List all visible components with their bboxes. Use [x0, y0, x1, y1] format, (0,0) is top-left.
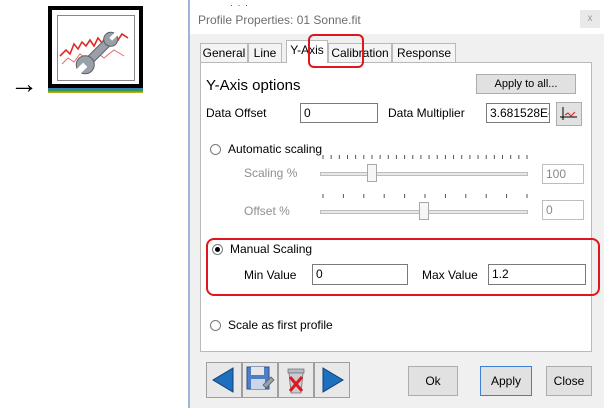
offset-label: Offset % — [244, 204, 290, 218]
apply-button[interactable]: Apply — [480, 366, 532, 396]
scaling-slider-track[interactable] — [320, 172, 528, 176]
data-multiplier-input[interactable]: 3.681528E- — [486, 103, 550, 123]
callout-arrow: → — [10, 68, 38, 99]
scale-first-profile-radio[interactable] — [210, 320, 221, 331]
scaling-ticks — [322, 155, 528, 159]
plot-scale-button[interactable] — [556, 102, 582, 126]
manual-scaling-label: Manual Scaling — [230, 242, 313, 256]
tab-response[interactable]: Response — [392, 43, 456, 62]
offset-input[interactable]: 0 — [542, 200, 584, 220]
automatic-scaling-label: Automatic scaling — [228, 142, 323, 156]
min-value-label: Min Value — [244, 268, 297, 282]
tab-general[interactable]: General — [200, 43, 248, 62]
max-value-input[interactable]: 1.2 — [488, 264, 586, 285]
apply-to-all-button[interactable]: Apply to all... — [476, 74, 576, 94]
arrow-right-icon — [322, 367, 344, 393]
scale-first-profile-label: Scale as first profile — [228, 318, 333, 332]
delete-button[interactable] — [278, 362, 314, 398]
dialog-title: Profile Properties: 01 Sonne.fit — [198, 13, 361, 27]
min-value-input[interactable]: 0 — [312, 264, 408, 285]
arrow-left-icon — [212, 367, 234, 393]
data-offset-input[interactable]: 0 — [300, 103, 378, 123]
next-button[interactable] — [314, 362, 350, 398]
title-bar[interactable]: · · · Profile Properties: 01 Sonne.fit x — [190, 0, 604, 34]
floppy-disk-icon — [246, 366, 275, 390]
axis-plot-icon — [560, 107, 577, 120]
close-button[interactable]: Close — [546, 366, 592, 396]
title-decoration: · · · — [230, 0, 249, 10]
automatic-scaling-radio[interactable] — [210, 144, 221, 155]
max-value-label: Max Value — [422, 268, 478, 282]
offset-ticks — [322, 194, 528, 198]
tab-line[interactable]: Line — [248, 43, 282, 62]
section-title: Y-Axis options — [206, 77, 301, 94]
offset-slider-thumb[interactable] — [419, 202, 429, 220]
data-offset-label: Data Offset — [206, 106, 267, 120]
save-button[interactable] — [242, 362, 278, 398]
y-axis-tab-highlight — [308, 34, 364, 68]
trash-delete-icon — [287, 368, 305, 394]
manual-scaling-radio[interactable] — [212, 244, 223, 255]
scaling-input[interactable]: 100 — [542, 164, 584, 184]
profile-properties-dialog: · · · Profile Properties: 01 Sonne.fit x… — [188, 0, 604, 408]
icon-underline — [48, 88, 143, 93]
previous-button[interactable] — [206, 362, 242, 398]
scaling-label: Scaling % — [244, 166, 298, 180]
data-multiplier-label: Data Multiplier — [388, 106, 465, 120]
wrench-chart-icon — [59, 31, 129, 75]
scaling-slider-thumb[interactable] — [367, 164, 377, 182]
profile-tools-icon — [48, 6, 143, 88]
close-icon[interactable]: x — [580, 10, 600, 28]
ok-button[interactable]: Ok — [408, 366, 458, 396]
